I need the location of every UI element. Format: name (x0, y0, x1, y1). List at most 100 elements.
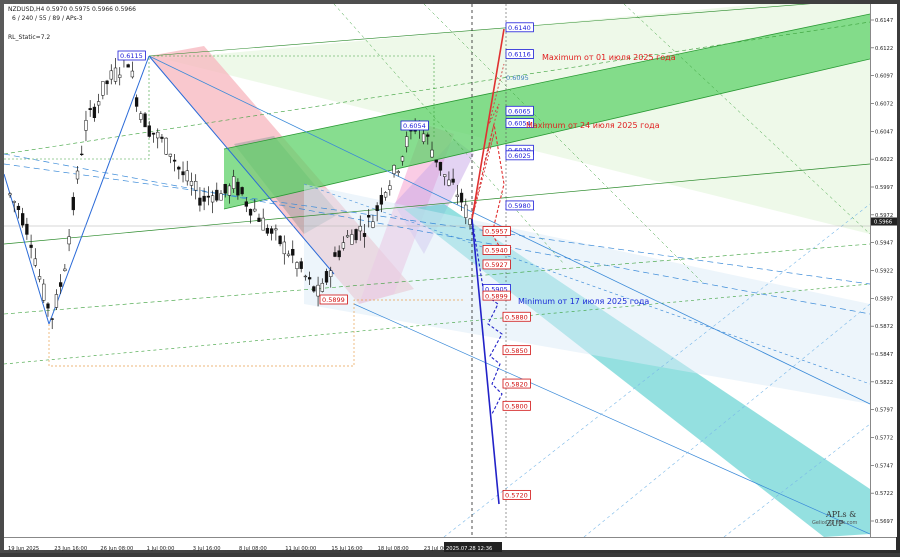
price-tick-label: 0.5722 (875, 491, 893, 497)
candle-body (375, 205, 379, 211)
candle-body (265, 227, 270, 234)
candle-body (172, 159, 177, 162)
forecast-down-label: 0.5880 (505, 313, 528, 321)
price-tick-label: 0.5847 (875, 352, 893, 358)
price-scale[interactable]: 0.6147 0.6122 0.6097 0.6072 0.6047 0.6022 0.59… (870, 4, 897, 537)
candle-body (29, 244, 33, 248)
candle-body (244, 201, 248, 207)
candle-body (219, 193, 223, 201)
forecast-down-label: 0.5850 (505, 347, 528, 355)
forecast-down-label: 0.5940 (485, 247, 508, 255)
forecast-down-label: 0.5820 (505, 380, 528, 388)
price-tick-label: 0.5947 (875, 241, 893, 247)
time-tick-label: 15 Jul 16:00 (331, 546, 362, 552)
annotation-max-2: Maximum от 24 июля 2025 года (526, 121, 660, 130)
time-tick-label: 18 Jul 08:00 (378, 546, 409, 552)
candle-body (438, 161, 443, 171)
candle-body (312, 286, 316, 292)
time-tick-label: 2025.07.28 12:36 (446, 546, 492, 552)
forecast-up-label: 0.5980 (508, 202, 531, 210)
chart-plot-area[interactable]: 0.6115 0.5899 0.6054 0.6140 0.6116 0.6095 0.60… (4, 4, 870, 537)
candle-body (227, 185, 232, 196)
candle-body (362, 233, 367, 237)
candle-body (71, 196, 75, 211)
candle-body (75, 170, 80, 180)
candle-body (345, 235, 350, 238)
candle-body (210, 195, 215, 203)
candle-body (307, 277, 312, 280)
forecast-down-label: 0.5800 (505, 403, 528, 411)
candle-body (67, 236, 71, 245)
candle-body (42, 283, 46, 301)
candle-body (400, 156, 405, 162)
candle-body (324, 271, 329, 283)
candle-body (329, 270, 333, 277)
pivot-high-1-label: 0.6115 (120, 52, 143, 60)
candle-body (278, 235, 282, 245)
candle-body (286, 253, 291, 256)
candle-body (92, 106, 97, 118)
candle-body (379, 194, 384, 205)
forecast-up-label: 0.6095 (506, 74, 529, 82)
candle-body (468, 218, 472, 225)
price-tick-label: 0.6047 (875, 129, 893, 135)
pivot-low-1-label: 0.5899 (322, 296, 345, 304)
candle-body (430, 149, 434, 158)
candle-body (316, 284, 320, 297)
blue-zone (304, 184, 870, 404)
forecast-up-label: 0.6116 (508, 51, 531, 59)
candle-body (248, 208, 253, 216)
candle-body (295, 262, 299, 269)
candle-body (88, 108, 92, 110)
candle-body (37, 276, 42, 280)
forecast-up-label: 0.6025 (508, 152, 531, 160)
price-scale-svg: 0.6147 0.6122 0.6097 0.6072 0.6047 0.6022 0.59… (871, 18, 897, 525)
analysis-layers (4, 4, 870, 537)
candle-body (202, 195, 206, 202)
candle-body (358, 225, 362, 232)
candle-body (185, 170, 189, 182)
candle-body (447, 179, 451, 186)
price-tick-label: 0.6022 (875, 157, 893, 163)
forecast-down-label: 0.5957 (485, 228, 508, 236)
candle-body (160, 136, 164, 139)
candle-body (434, 159, 438, 163)
candle-body (383, 192, 388, 198)
candle-body (421, 133, 426, 142)
candle-body (12, 201, 16, 203)
candle-body (63, 268, 67, 271)
candle-body (261, 217, 265, 231)
candle-body (405, 136, 409, 147)
forecast-up-label: 0.6140 (508, 24, 531, 32)
candle-body (232, 176, 236, 189)
candle-body (240, 187, 244, 195)
candle-body (371, 221, 375, 228)
candle-body (130, 70, 135, 78)
candle-body (253, 208, 257, 212)
candle-body (388, 185, 392, 190)
candle-body (109, 70, 113, 80)
candle-body (84, 120, 88, 131)
time-tick-label: 19 Jun 2025 (8, 546, 39, 552)
candle-body (459, 192, 464, 203)
candle-body (274, 228, 278, 231)
candle-body (367, 215, 371, 218)
candle-body (126, 64, 130, 68)
current-price-label: 0.5966 (874, 220, 892, 226)
time-scale[interactable]: 19 Jun 2025 23 Jun 16:00 26 Jun 08:00 1 Jul… (4, 537, 896, 552)
price-tick-label: 0.5697 (875, 519, 893, 525)
static-header: RL_Static=7.2 (8, 34, 51, 41)
candle-body (236, 181, 240, 196)
annotation-max-1: Maximum от 01 июля 2025 года (542, 53, 676, 62)
candle-body (333, 252, 337, 257)
price-tick-label: 0.5822 (875, 380, 893, 386)
candle-body (341, 242, 346, 249)
candle-body (96, 101, 101, 106)
candle-body (16, 205, 21, 211)
candle-body (299, 261, 303, 269)
candle-body (46, 303, 50, 309)
candle-body (177, 166, 181, 170)
candle-body (33, 258, 37, 266)
time-scale-svg: 19 Jun 2025 23 Jun 16:00 26 Jun 08:00 1 Jul… (8, 542, 502, 552)
candle-body (164, 137, 168, 155)
